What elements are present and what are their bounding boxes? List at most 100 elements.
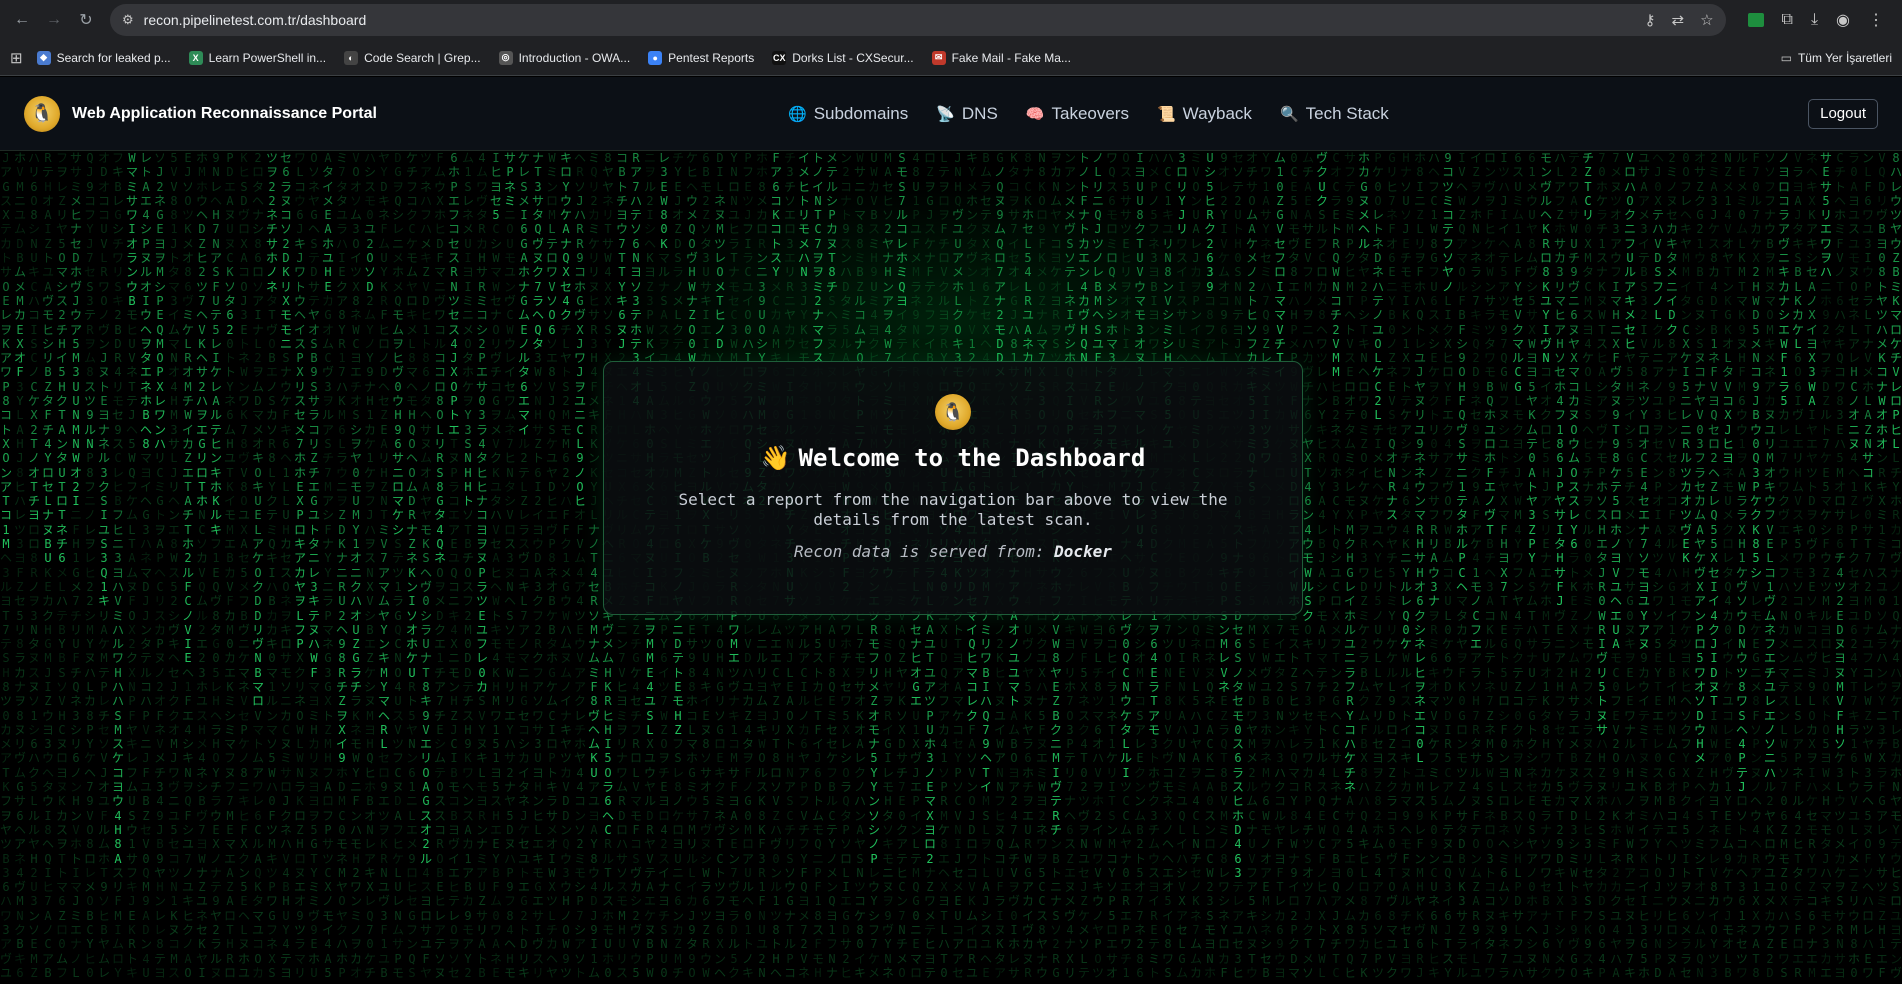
matrix-column: 6 ホ P エ フ コ セ ス R N ツ セ ス 4 J X O P ト エ … xyxy=(448,151,460,980)
matrix-column: セ 6 ラ ヌ コ ソ 2 D K リ X モ モ ニ S ナ ウ ケ F キ … xyxy=(280,151,292,980)
menu-kebab-icon[interactable]: ⋮ xyxy=(1868,10,1884,30)
matrix-column: ム チ A E A サ E V フ M ノ ヲ ニ ハ カ ヴ チ ナ 6 ノ … xyxy=(1302,151,1314,980)
nav-wayback[interactable]: 📜 Wayback xyxy=(1157,104,1252,124)
matrix-column: ソ ソ フ フ ナ ウ B ヲ M ヌ マ O M キ メ ネ ア カ ヌ ユ … xyxy=(1764,151,1776,980)
matrix-column: 6 ス U ミ ム 1 A レ F Y セ V ク マ ル C G L モ ク … xyxy=(1512,151,1524,980)
matrix-column: ホ カ G ヌ メ ヘ ル タ ヤ 2 P シ T キ N ヘ ロ ワ 0 ミ … xyxy=(1358,151,1370,980)
matrix-column: ミ 7 タ タ ユ ラ ハ I E ク ア 8 Y R 1 7 ハ K M 6 … xyxy=(336,151,348,980)
matrix-column: ホ 8 I ニ Z L リ ヲ F ホ ハ Q ト レ ユ J ヤ ヌ リ ユ … xyxy=(1414,151,1426,980)
matrix-column: ロ ン ヴ ヲ F ヒ ケ オ W ン サ ラ ツ タ ワ モ B Q ホ ユ … xyxy=(1484,151,1496,980)
site-title: Web Application Reconnaissance Portal xyxy=(72,105,377,123)
bookmark-favicon-icon: ✉ xyxy=(931,50,946,65)
nav-subdomains[interactable]: 🌐 Subdomains xyxy=(788,104,908,124)
site-info-icon[interactable]: ⚙ xyxy=(122,12,134,28)
matrix-column: ノ ヨ ロ コ ラ ア ヴ ニ キ カ ナ シ エ W F 1 ラ 5 カ レ … xyxy=(1778,151,1790,980)
matrix-column: H ナ ソ U ソ J E チ モ モ I K ン 1 X フ ト テ ケ ア … xyxy=(1400,151,1412,980)
bookmark-label: Code Search | Grep... xyxy=(364,51,481,65)
bookmark-item[interactable]: ✉ Fake Mail - Fake Ma... xyxy=(931,50,1071,65)
bookmark-star-icon[interactable]: ☆ xyxy=(1700,11,1713,29)
matrix-column: ラ 0 A ヨ ユ ス ユ モ ヌ O セ ネ L ア レ H C ノ オ ニ … xyxy=(1848,151,1860,980)
matrix-column: フ ヲ レ Z リ ヤ 5 O マ シ ス 2 チ H イ 5 H ク T A … xyxy=(56,151,68,980)
logout-button[interactable]: Logout xyxy=(1808,98,1878,129)
bookmark-item[interactable]: ◆ Search for leaked p... xyxy=(36,50,171,65)
bookmark-favicon-icon: X xyxy=(188,50,203,65)
password-key-icon[interactable]: ⚷ xyxy=(1644,11,1655,29)
bookmark-favicon-icon: ◆ xyxy=(36,50,51,65)
matrix-column: ネ ヘ キ X K ア キ シ セ A ノ X イ ヨ X 3 W A I ヤ … xyxy=(1806,151,1818,980)
nav-tech-stack[interactable]: 🔍 Tech Stack xyxy=(1280,104,1389,124)
matrix-column: ミ Q リ 2 カ ミ ケ リ リ ヌ ヒ サ R 3 H 4 F メ キ R … xyxy=(588,151,600,980)
bookmark-favicon-icon: ◎ xyxy=(498,50,513,65)
matrix-column: ユ サ A ア メ 3 イ テ B S 3 2 I V テ 8 ネ ツ Y ロ … xyxy=(1638,151,1650,980)
bookmark-label: Search for leaked p... xyxy=(57,51,171,65)
matrix-column: C オ C ラ E ト R Q W N コ チ 2 V M M ヒ B 2 ネ … xyxy=(1330,151,1342,980)
matrix-column: ヴ ク U ク S ル フ C ロ カ メ 8 ヘ ワ ツ レ ハ ン Y キ … xyxy=(1316,151,1328,980)
matrix-column: ン L F 6 ワ ユ 3 I ウ P ラ L T ナ V メ ホ L A Z … xyxy=(1862,151,1874,980)
back-icon[interactable]: ← xyxy=(8,6,36,34)
served-value: Docker xyxy=(1054,542,1112,561)
matrix-column: レ ト A エ 4 シ P ヌ ル オ I ウ ヘ ヲ タ エ ネ ホ B ヘ … xyxy=(140,151,152,980)
translate-icon[interactable]: ⇄ xyxy=(1671,11,1684,29)
matrix-column: ハ L ア フ Z ホ サ カ 3 リ マ ヒ ア H ソ セ ホ 4 フ 1 … xyxy=(1554,151,1566,980)
logo: 🐧 xyxy=(24,95,60,132)
globe-icon: 🌐 xyxy=(788,105,807,123)
matrix-column: ワ L コ ウ 6 J キ J ワ ト ウ ヘ イ ス P X リ ス セ メ … xyxy=(294,151,306,980)
matrix-column: F 7 0 ル 7 カ ケ X 2 H W D 5 メ N コ 9 J B ウ … xyxy=(1750,151,1762,980)
bookmark-item[interactable]: ◎ Introduction - OWA... xyxy=(498,50,631,65)
matrix-column: I ツ ハ J I イ ヘ テ 5 ア ツ モ 9 7 Q G W フ ヌ シ … xyxy=(1498,151,1510,980)
matrix-column: 2 ミ A 3 J ケ ス 8 カ 4 D T B 1 ネ F V ヨ Q セ … xyxy=(1708,151,1720,980)
matrix-column: W ミ ン ロ M L テ ロ ワ V ソ O 6 ソ エ 8 V J Q S … xyxy=(546,151,558,980)
matrix-column: フ キ B レ G シ チ ワ リ S キ 2 B D R 4 リ モ セ 9 … xyxy=(112,151,124,980)
address-bar[interactable]: ⚙ recon.pipelinetest.com.tr/dashboard ⚷ … xyxy=(110,4,1726,36)
matrix-column: サ P ネ ミ ニ O U モ ユ ン ヴ C W ウ レ イ セ ワ ム ネ … xyxy=(504,151,516,980)
matrix-column: 7 0 ホ ケ ラ チ 1 ス ナ K ヌ W T ス ヒ A シ ア フ ヴ … xyxy=(1596,151,1608,980)
matrix-column: オ サ Z ク G 2 1 ウ B T G ヌ シ S ヌ コ ナ ヤ V 0 … xyxy=(1694,151,1706,980)
bookmark-favicon-icon: CX xyxy=(772,50,787,65)
bookmark-item[interactable]: ◐ Code Search | Grep... xyxy=(344,50,481,65)
welcome-title-text: Welcome to the Dashboard xyxy=(799,444,1146,472)
bookmark-item[interactable]: X Learn PowerShell in... xyxy=(188,50,326,65)
matrix-column: オ D オ コ コ U V L R ワ O ノ ヴ ン J ヌ ト E ヨ ナ … xyxy=(98,151,110,980)
all-bookmarks-folder[interactable]: ▭ Tüm Yer İşaretleri xyxy=(1781,51,1892,65)
extension-icon[interactable] xyxy=(1747,13,1764,27)
matrix-column: P ケ 0 O レ ト ネ D ネ ハ テ ノ ユ O L ケ C 2 L チ … xyxy=(1372,151,1384,980)
matrix-column: D G ヲ Q シ レ ニ メ ホ メ Q モ ム ヲ ヒ ヴ 0 ウ H 9 … xyxy=(392,151,404,980)
download-icon[interactable]: ⤓ xyxy=(1811,11,1818,29)
satellite-icon: 📡 xyxy=(936,105,955,123)
matrix-column: 9 N レ ヘ H 7 N ア S F U テ 5 レ I ケ レ A ル テ … xyxy=(210,151,222,980)
matrix-column: Q J 9 コ フ Y J 7 セ S 3 テ R ヲ ム 8 ス ツ 9 ル … xyxy=(84,151,96,980)
reload-icon[interactable]: ↻ xyxy=(72,6,100,34)
nav-label: Wayback xyxy=(1183,104,1252,124)
matrix-column: R テ H オ A I Z ト ユ A ヴ モ ヒ シ リ B Z タ F チ … xyxy=(42,151,54,980)
profile-icon[interactable]: ◉ xyxy=(1836,10,1850,30)
brand[interactable]: 🐧 Web Application Reconnaissance Portal xyxy=(24,95,377,132)
bookmark-label: Learn PowerShell in... xyxy=(209,51,326,65)
matrix-column: I V ヘ W Z Q ア マ O ル F B F シ 9 O H F Q ヴ … xyxy=(1456,151,1468,980)
matrix-column: ハ シ ス モ 0 ユ 2 O ソ D 2 ム Y ノ Y 9 ナ H 1 カ … xyxy=(364,151,376,980)
matrix-column: V Q D リ ヴ B ヨ 0 8 ト ヤ ツ ハ メ K コ ナ W オ ホ … xyxy=(1876,151,1888,980)
nav-label: Subdomains xyxy=(814,104,909,124)
bookmark-label: Introduction - OWA... xyxy=(519,51,631,65)
nav-takeovers[interactable]: 🧠 Takeovers xyxy=(1026,104,1129,124)
matrix-column: V O オ ソ ム 3 O イ ツ X 8 ネ W C ヨ エ チ オ S シ … xyxy=(350,151,362,980)
matrix-column: 9 コ ツ ミ コ テ フ ソ ヤ ノ L I ク X ヒ ロ Y F エ ク … xyxy=(1442,151,1454,980)
extensions-puzzle-icon[interactable]: ⧉ xyxy=(1782,11,1793,29)
forward-icon[interactable]: → xyxy=(40,6,68,34)
nav-dns[interactable]: 📡 DNS xyxy=(936,104,998,124)
bookmark-label: Fake Mail - Fake Ma... xyxy=(952,51,1071,65)
bookmark-favicon-icon: ● xyxy=(648,50,663,65)
matrix-column: G リ ヒ 7 ネ F オ 6 E ニ Y B 0 ノ Z ネ E V S セ … xyxy=(1386,151,1398,980)
matrix-column: サ フ テ 9 ミ M P ク ヒ M T ヘ ト V ス E ロ オ テ タ … xyxy=(1344,151,1356,980)
matrix-column: 4 ム ワ ヴ タ R カ H サ R ミ コ シ 2 P エ サ 0 3 ラ … xyxy=(476,151,488,980)
nav-label: Takeovers xyxy=(1051,104,1128,124)
site-navbar: 🐧 Web Application Reconnaissance Portal … xyxy=(0,77,1902,151)
bookmark-favicon-icon: ◐ xyxy=(344,50,359,65)
matrix-column: イ Z ヲ ノ ホ N ン ネ ラ シ 7 キ ミ Q 2 D 9 ネ セ 9 … xyxy=(1470,151,1482,980)
all-bookmarks-label: Tüm Yer İşaretleri xyxy=(1798,51,1892,65)
apps-grid-icon[interactable]: ⊞ xyxy=(10,49,23,67)
url-text[interactable]: recon.pipelinetest.com.tr/dashboard xyxy=(144,12,1635,28)
matrix-column: A タ イ メ E A ホ ユ H E カ G オ ム C ヴ 3 ヲ ル ア … xyxy=(322,151,334,980)
bookmark-item[interactable]: CX Dorks List - CXSecur... xyxy=(772,50,914,65)
brain-icon: 🧠 xyxy=(1026,105,1045,123)
bookmark-item[interactable]: ● Pentest Reports xyxy=(648,50,754,65)
